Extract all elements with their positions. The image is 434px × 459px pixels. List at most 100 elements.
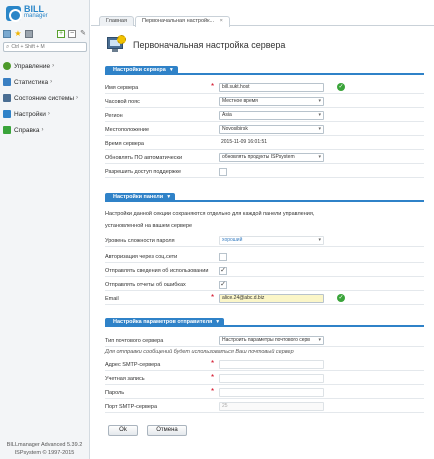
chevron-down-icon: ▼ [215,319,221,325]
social-auth-checkbox[interactable] [219,253,227,261]
row-location: Местоположение Novosibirsk [105,123,424,136]
chevron-down-icon: ▼ [166,194,172,200]
row-server-time: Время сервера 2015-11-09 16:01:51 [105,137,424,150]
chevron-right-icon: › [50,79,53,85]
logo: BILL manager [6,4,48,22]
required-icon: * [211,359,215,368]
row-password-level: Уровень сложности пароля хороший [105,234,424,247]
smtp-port-input[interactable]: 25 [219,402,324,411]
tab-bar: Главная Первоначальная настройк... × [91,14,434,27]
section-server-settings: Настройки сервера ▼ [105,66,424,75]
tab-initial-setup[interactable]: Первоначальная настройк... × [135,16,230,27]
menu-search: ⌕ [3,42,87,52]
menu-item-label: Настройки [14,110,46,118]
grid-icon[interactable] [3,29,11,38]
section-toggle-mail[interactable]: Настройка параметров отправителя ▼ [105,318,225,327]
expand-all-icon[interactable]: + [57,29,65,38]
row-social-auth: Авторизация через соц.сети [105,250,424,263]
logo-title: BILL [24,4,44,14]
menu-item-management[interactable]: Управление › [0,58,89,74]
row-smtp-port: Порт SMTP-сервера 25 [105,400,424,413]
row-server-name: Имя сервера * bill.sukt.host ✓ [105,81,424,94]
section-panel-settings: Настройки панели ▼ [105,193,424,202]
mail-note: Для отправки сообщений будет использоват… [105,349,294,355]
chevron-right-icon: › [47,111,50,117]
required-icon: * [211,387,215,396]
sidebar-toolbar: ★ + − ✎ [3,29,87,38]
chart-icon [3,78,11,86]
row-smtp-address: Адрес SMTP-сервера * [105,358,424,371]
menu-item-label: Управление [14,62,51,70]
main-content: Главная Первоначальная настройк... × Пер… [91,0,434,459]
required-icon: * [211,82,215,91]
panel-note: Настройки данной секции сохраняются отде… [105,211,315,229]
monitor-icon [3,94,11,102]
row-region: Регион Asia [105,109,424,122]
box-icon[interactable] [25,29,33,38]
row-email: Email * alice.24@abc.d.biz ✓ [105,292,424,305]
settings-icon [3,110,11,118]
menu-item-label: Статистика [14,78,49,86]
page-title: Первоначальная настройка сервера [133,40,286,50]
ok-button[interactable]: Ok [108,425,138,436]
main-menu: Управление › Статистика › Состояние сист… [0,58,89,138]
globe-icon [3,62,11,70]
row-usage-stats: Отправлять сведения об использовании ✓ [105,264,424,277]
menu-item-label: Состояние системы [14,94,75,102]
menu-item-label: Справка [14,126,40,134]
star-icon[interactable]: ★ [14,29,22,38]
row-support-access: Разрешить доступ поддержке [105,165,424,178]
section-toggle-panel[interactable]: Настройки панели ▼ [105,193,176,202]
usage-stats-checkbox[interactable]: ✓ [219,267,227,275]
menu-item-system-status[interactable]: Состояние системы › [0,90,89,106]
logo-subtitle: manager [24,13,48,19]
tab-home[interactable]: Главная [99,16,134,26]
row-account: Учетная запись * [105,372,424,385]
menu-item-statistics[interactable]: Статистика › [0,74,89,90]
search-input[interactable] [11,44,82,50]
row-timezone: Часовой пояс Местное время [105,95,424,108]
region-select[interactable]: Asia [219,111,324,120]
row-auto-update: Обновлять ПО автоматически обновлять про… [105,151,424,164]
tab-label: Главная [106,18,127,24]
copyright-text: ISPsystem © 1997-2015 [14,450,75,456]
version-text: BILLmanager Advanced 5.39.2 [6,442,83,448]
tab-label: Первоначальная настройк... [142,18,215,24]
collapse-all-icon[interactable]: − [68,29,76,38]
password-input[interactable] [219,388,324,397]
menu-item-help[interactable]: Справка › [0,122,89,138]
menu-item-settings[interactable]: Настройки › [0,106,89,122]
wrench-icon[interactable]: ✎ [79,30,87,38]
chevron-down-icon: ▼ [168,67,174,73]
chevron-right-icon: › [41,127,44,133]
cancel-button[interactable]: Отмена [147,425,187,436]
close-icon[interactable]: × [220,18,223,24]
account-input[interactable] [219,374,324,383]
location-select[interactable]: Novosibirsk [219,125,324,134]
sidebar: BILL manager ★ + − ✎ ⌕ Управление › Стат… [0,0,90,459]
page-header: Первоначальная настройка сервера [105,34,285,56]
sidebar-footer: BILLmanager Advanced 5.39.2 ISPsystem © … [0,441,89,457]
section-toggle-server[interactable]: Настройки сервера ▼ [105,66,178,75]
server-time-value: 2015-11-09 16:01:51 [221,139,268,145]
chevron-right-icon: › [52,63,55,69]
required-icon: * [211,293,215,302]
password-level-select[interactable]: хороший [219,236,324,245]
check-icon: ✓ [337,83,345,91]
mail-type-select[interactable]: Настроить параметры почтового серв [219,336,324,345]
check-icon: ✓ [337,294,345,302]
smtp-address-input[interactable] [219,360,324,369]
server-name-input[interactable]: bill.sukt.host [219,83,324,92]
section-mail-settings: Настройка параметров отправителя ▼ [105,318,424,327]
chevron-right-icon: › [76,95,79,101]
server-settings-icon [105,35,127,55]
search-icon: ⌕ [6,43,10,50]
row-password: Пароль * [105,386,424,399]
timezone-select[interactable]: Местное время [219,97,324,106]
error-reports-checkbox[interactable]: ✓ [219,281,227,289]
billmanager-logo-icon [6,5,22,22]
auto-update-select[interactable]: обновлять продукты ISPsystem [219,153,324,162]
email-field[interactable]: alice.24@abc.d.biz [219,294,324,303]
row-error-reports: Отправлять отчеты об ошибках ✓ [105,278,424,291]
support-access-checkbox[interactable] [219,168,227,176]
